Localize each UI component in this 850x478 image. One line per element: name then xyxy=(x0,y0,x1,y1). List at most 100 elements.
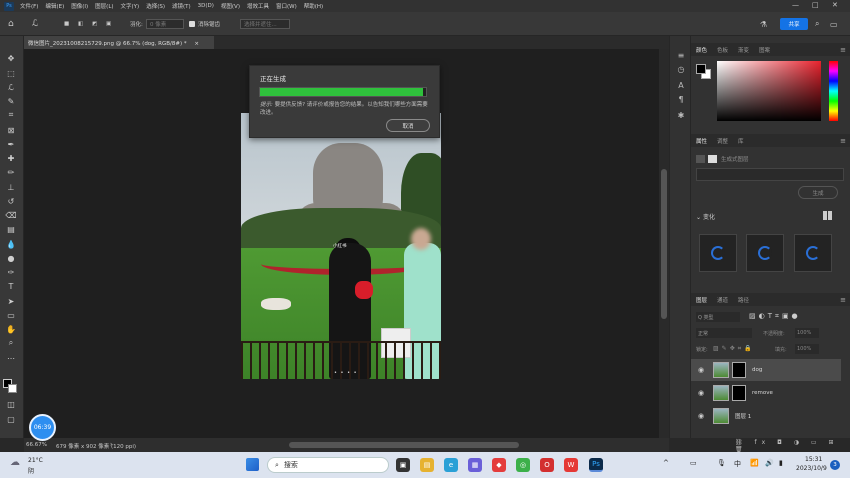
share-button[interactable]: 共享 xyxy=(780,18,808,30)
clock-time[interactable]: 15:31 xyxy=(805,456,822,463)
photoshop-taskbar-icon[interactable]: Ps xyxy=(589,458,603,472)
close-window-icon[interactable]: ✕ xyxy=(832,1,838,9)
cloud-weather-icon[interactable]: ☁ xyxy=(10,457,20,468)
tab-gradients[interactable]: 渐变 xyxy=(733,46,754,54)
layer-name[interactable]: remove xyxy=(752,390,773,396)
layer-filter-select[interactable]: Q 类型 xyxy=(696,312,740,322)
menu-help[interactable]: 帮助(H) xyxy=(304,2,323,10)
tab-close-icon[interactable]: × xyxy=(194,41,199,47)
tab-layers[interactable]: 图层 xyxy=(691,296,712,304)
zoom-level[interactable]: 66.67% xyxy=(26,442,47,448)
menu-3d[interactable]: 3D(D) xyxy=(198,3,214,9)
layer-mask-thumbnail[interactable] xyxy=(732,362,746,378)
layer-row-layer1[interactable]: ◉ 图层 1 xyxy=(691,405,841,427)
cancel-button[interactable]: 取消 xyxy=(386,119,430,132)
clone-stamp-icon[interactable]: ⊥ xyxy=(5,181,17,193)
crop-tool-icon[interactable]: ⌗ xyxy=(5,109,17,121)
layer-footer-icons[interactable]: ⛓ fx ◘ ◑ ▭ ⊞ 🗑 xyxy=(735,439,850,453)
eraser-tool-icon[interactable]: ⌫ xyxy=(5,209,17,221)
variant-thumbnail[interactable] xyxy=(746,234,784,272)
variants-label[interactable]: ⌄ 变化 xyxy=(696,212,715,221)
feather-input[interactable]: 0 像素 xyxy=(146,19,184,29)
menu-plugins[interactable]: 增效工具 xyxy=(247,2,269,10)
store-icon[interactable]: ▦ xyxy=(468,458,482,472)
lock-icons[interactable]: ▨✎✥⌗🔒 xyxy=(713,345,755,353)
variant-thumbnail[interactable] xyxy=(794,234,832,272)
select-and-mask-button[interactable]: 选择并遮住... xyxy=(240,19,290,29)
intersect-selection-icon[interactable]: ▣ xyxy=(106,19,111,29)
menu-file[interactable]: 文件(F) xyxy=(20,2,38,10)
scroll-thumb[interactable] xyxy=(661,169,667,319)
background-color-swatch[interactable] xyxy=(8,384,17,393)
rectangle-tool-icon[interactable]: ▭ xyxy=(5,309,17,321)
more-tools-icon[interactable]: ⋯ xyxy=(5,352,17,364)
wifi-icon[interactable]: 📶 xyxy=(750,459,759,467)
tray-chevron-icon[interactable]: ^ xyxy=(663,459,669,467)
search-icon[interactable]: ⌕ xyxy=(815,19,819,29)
healing-brush-icon[interactable]: ✚ xyxy=(5,152,17,164)
opacity-input[interactable]: 100% xyxy=(795,328,819,338)
panel-menu-icon[interactable]: ≡ xyxy=(840,296,846,304)
layer-row-remove[interactable]: ◉ remove xyxy=(691,382,841,404)
office-icon[interactable]: O xyxy=(540,458,554,472)
tab-properties[interactable]: 属性 xyxy=(691,137,712,145)
minimize-icon[interactable]: — xyxy=(792,1,799,9)
info-arrow-icon[interactable]: › xyxy=(110,441,112,448)
microphone-icon[interactable]: 🎙 xyxy=(717,459,726,467)
horizontal-scrollbar[interactable] xyxy=(289,442,519,448)
menu-type[interactable]: 文字(Y) xyxy=(121,2,140,10)
layer-name[interactable]: 图层 1 xyxy=(735,412,751,420)
battery-icon[interactable]: ▮ xyxy=(779,459,783,467)
vertical-scrollbar[interactable] xyxy=(659,49,669,438)
layer-filter-icons[interactable]: ▨◐T⌗▣● xyxy=(749,312,801,321)
document-image[interactable]: 小红书 • • • • xyxy=(241,113,441,379)
tab-libraries[interactable]: 库 xyxy=(733,137,749,145)
tray-icon[interactable]: ▭ xyxy=(690,459,697,467)
path-select-icon[interactable]: ➤ xyxy=(5,295,17,307)
menu-select[interactable]: 选择(S) xyxy=(146,2,165,10)
menu-image[interactable]: 图像(I) xyxy=(71,2,88,10)
dodge-tool-icon[interactable]: ● xyxy=(5,252,17,264)
adjust-icon[interactable]: ≡ xyxy=(675,50,687,60)
character-icon[interactable]: A xyxy=(675,80,687,90)
weather-temp[interactable]: 21°C xyxy=(28,457,43,464)
taskbar-search[interactable]: ⌕ 搜索 xyxy=(267,457,389,473)
panel-menu-icon[interactable]: ≡ xyxy=(840,137,846,145)
fill-input[interactable]: 100% xyxy=(795,344,819,354)
layer-mask-thumbnail[interactable] xyxy=(732,385,746,401)
history-brush-icon[interactable]: ↺ xyxy=(5,195,17,207)
visibility-eye-icon[interactable]: ◉ xyxy=(695,389,707,397)
layer-name[interactable]: dog xyxy=(752,367,762,373)
subtract-selection-icon[interactable]: ◩ xyxy=(92,19,97,29)
new-selection-icon[interactable]: ■ xyxy=(64,19,69,29)
clock-date[interactable]: 2023/10/9 xyxy=(796,465,827,472)
menu-view[interactable]: 视图(V) xyxy=(221,2,240,10)
menu-layer[interactable]: 图层(L) xyxy=(95,2,113,10)
prompt-input[interactable] xyxy=(696,168,844,181)
menu-filter[interactable]: 滤镜(T) xyxy=(172,2,191,10)
tab-patterns[interactable]: 图案 xyxy=(754,46,775,54)
zoom-tool-icon[interactable]: ⌕ xyxy=(5,337,17,349)
document-tab[interactable]: 微信图片_20231008215729.png @ 66.7% (dog, RG… xyxy=(24,36,214,49)
tab-paths[interactable]: 路径 xyxy=(733,296,754,304)
antialias-checkbox[interactable]: 消除锯齿 xyxy=(189,19,220,29)
speaker-icon[interactable]: 🔊 xyxy=(765,459,774,467)
marquee-tool-icon[interactable]: ⬚ xyxy=(5,67,17,79)
lasso-tool-icon[interactable]: ℒ xyxy=(32,19,38,29)
gradient-tool-icon[interactable]: ▤ xyxy=(5,223,17,235)
file-explorer-icon[interactable]: ▤ xyxy=(420,458,434,472)
layer-row-dog[interactable]: ◉ dog xyxy=(691,359,841,381)
notification-badge[interactable]: 3 xyxy=(830,460,840,470)
visibility-eye-icon[interactable]: ◉ xyxy=(695,412,707,420)
history-icon[interactable]: ◷ xyxy=(675,64,687,74)
menu-edit[interactable]: 编辑(E) xyxy=(45,2,64,10)
generate-button[interactable]: 生成 xyxy=(798,186,838,199)
workspace-icon[interactable]: ▭ xyxy=(830,19,838,29)
maximize-icon[interactable]: □ xyxy=(812,1,819,9)
add-selection-icon[interactable]: ◧ xyxy=(78,19,83,29)
eyedropper-icon[interactable]: ✒ xyxy=(5,138,17,150)
tab-swatches[interactable]: 色板 xyxy=(712,46,733,54)
tab-adjustments[interactable]: 调整 xyxy=(712,137,733,145)
paragraph-icon[interactable]: ¶ xyxy=(675,94,687,104)
home-icon[interactable]: ⌂ xyxy=(8,19,14,29)
